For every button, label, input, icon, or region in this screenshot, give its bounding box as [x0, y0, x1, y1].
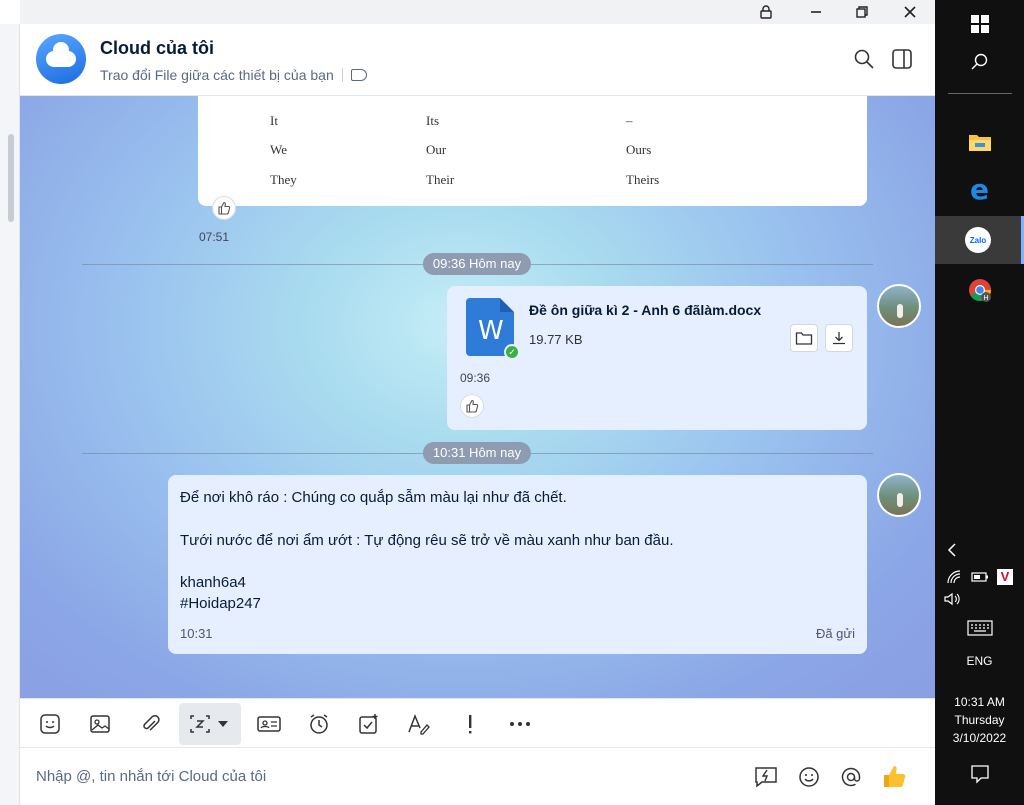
chat-title[interactable]: Cloud của tôi	[100, 38, 214, 59]
message-input-bar: Nhập @, tin nhắn tới Cloud của tôi	[20, 748, 935, 805]
language-indicator[interactable]: ENG	[935, 654, 1024, 668]
user-avatar[interactable]	[877, 284, 921, 328]
side-panel-icon[interactable]	[891, 48, 915, 72]
table-cell: Ours	[626, 142, 652, 157]
table-cell: Their	[426, 172, 455, 187]
attachment-icon[interactable]	[136, 710, 164, 738]
word-letter: W	[478, 316, 504, 346]
avatar-person	[897, 493, 903, 507]
window-titlebar	[20, 0, 935, 24]
priority-icon[interactable]	[456, 710, 484, 738]
clock-time[interactable]: 10:31 AM	[935, 695, 1024, 709]
time-pill: 09:36 Hôm nay	[422, 253, 532, 275]
notification-icon[interactable]	[935, 750, 1024, 798]
image-message[interactable]: It Its – We Our Ours They Their Theirs	[198, 96, 867, 206]
restore-button[interactable]	[839, 0, 885, 24]
edge-icon[interactable]: e	[935, 166, 1024, 214]
chrome-icon[interactable]: H	[935, 266, 1024, 314]
search-icon[interactable]	[935, 38, 1024, 86]
download-button[interactable]	[825, 324, 853, 352]
message-time: 07:51	[199, 230, 230, 244]
zalo-taskbar-icon[interactable]: Zalo	[935, 216, 1024, 264]
folder-icon	[795, 332, 813, 345]
message-line: khanh6a4	[180, 574, 246, 591]
thumbs-up-send-icon[interactable]	[881, 764, 907, 790]
file-message[interactable]: W ✓ Đề ôn giữa kì 2 - Anh 6 đãlàm.docx 1…	[447, 286, 867, 430]
clock-day: Thursday	[954, 713, 1005, 727]
table-cell: It	[270, 113, 278, 128]
sent-status: Đã gửi	[815, 626, 855, 641]
chat-header: Cloud của tôi Trao đổi File giữa các thi…	[20, 24, 935, 96]
message-input[interactable]: Nhập @, tin nhắn tới Cloud của tôi	[36, 768, 266, 785]
wifi-icon	[947, 570, 961, 584]
search-icon[interactable]	[853, 48, 877, 72]
keyboard-icon[interactable]	[935, 604, 1024, 652]
antivirus-icon[interactable]: V	[997, 569, 1013, 585]
lock-icon[interactable]	[743, 0, 789, 24]
subtitle-text: Trao đổi File giữa các thiết bị của bạn	[100, 67, 334, 83]
text-format-icon[interactable]	[405, 710, 433, 738]
quick-message-icon[interactable]	[753, 764, 779, 790]
user-avatar[interactable]	[877, 473, 921, 517]
minimize-button[interactable]	[793, 0, 839, 24]
battery-icon	[971, 572, 988, 582]
like-icon[interactable]	[212, 196, 236, 220]
taskbar-divider	[935, 90, 1024, 96]
conversation-list-edge	[0, 24, 20, 805]
text-message[interactable]: Để nơi khô ráo : Chúng co quắp sẫm màu l…	[168, 475, 867, 654]
word-file-icon: W ✓	[466, 298, 520, 360]
svg-text:H: H	[983, 294, 988, 302]
zalo-label: Zalo	[969, 235, 987, 245]
file-explorer-icon[interactable]	[935, 118, 1024, 166]
message-time: 10:31	[180, 626, 213, 641]
tag-icon[interactable]	[350, 69, 367, 81]
more-icon[interactable]	[506, 710, 534, 738]
contact-card-icon[interactable]	[255, 710, 283, 738]
open-folder-button[interactable]	[790, 324, 818, 352]
cloud-avatar[interactable]	[36, 34, 86, 84]
message-line: #Hoidap247	[180, 595, 261, 612]
message-line: Để nơi khô ráo : Chúng co quắp sẫm màu l…	[180, 489, 567, 506]
chevron-left-icon[interactable]	[935, 526, 1024, 574]
image-icon[interactable]	[86, 710, 114, 738]
cloud-icon	[46, 42, 76, 67]
table-cell: –	[626, 113, 633, 128]
like-icon[interactable]	[460, 394, 484, 418]
message-time: 09:36	[460, 371, 491, 385]
check-icon: ✓	[504, 344, 520, 360]
chat-subtitle: Trao đổi File giữa các thiết bị của bạn	[100, 67, 367, 83]
table-cell: We	[270, 142, 287, 157]
alarm-icon[interactable]	[305, 710, 333, 738]
message-line: Tưới nước để nơi ẩm ướt : Tự động rêu sẽ…	[180, 532, 674, 549]
close-button[interactable]	[887, 0, 933, 24]
subtitle-divider	[341, 68, 343, 82]
file-name[interactable]: Đề ôn giữa kì 2 - Anh 6 đãlàm.docx	[529, 302, 761, 318]
screenshot-icon[interactable]	[186, 710, 214, 738]
windows-taskbar: e Zalo H V ENG 10:31 AM Thursday 3/10/20…	[935, 0, 1024, 805]
avatar-person	[897, 304, 903, 318]
sidebar-scrollbar[interactable]	[8, 134, 14, 222]
table-cell: Its	[426, 113, 439, 128]
composer-toolbar	[20, 698, 935, 748]
clock-date: 3/10/2022	[952, 731, 1007, 745]
file-size: 19.77 KB	[529, 332, 583, 347]
system-tray: V	[947, 569, 1013, 585]
table-cell: They	[270, 172, 297, 187]
chat-area[interactable]: It Its – We Our Ours They Their Theirs 0…	[20, 96, 935, 698]
mention-icon[interactable]	[838, 764, 864, 790]
table-cell: Theirs	[626, 172, 660, 187]
time-pill: 10:31 Hôm nay	[422, 442, 532, 464]
page-fold	[500, 298, 514, 312]
chevron-down-icon[interactable]	[215, 710, 231, 738]
sticker-icon[interactable]	[36, 710, 64, 738]
emoji-icon[interactable]	[796, 764, 822, 790]
task-icon[interactable]	[355, 710, 383, 738]
table-cell: Our	[426, 142, 447, 157]
download-icon	[833, 332, 845, 345]
